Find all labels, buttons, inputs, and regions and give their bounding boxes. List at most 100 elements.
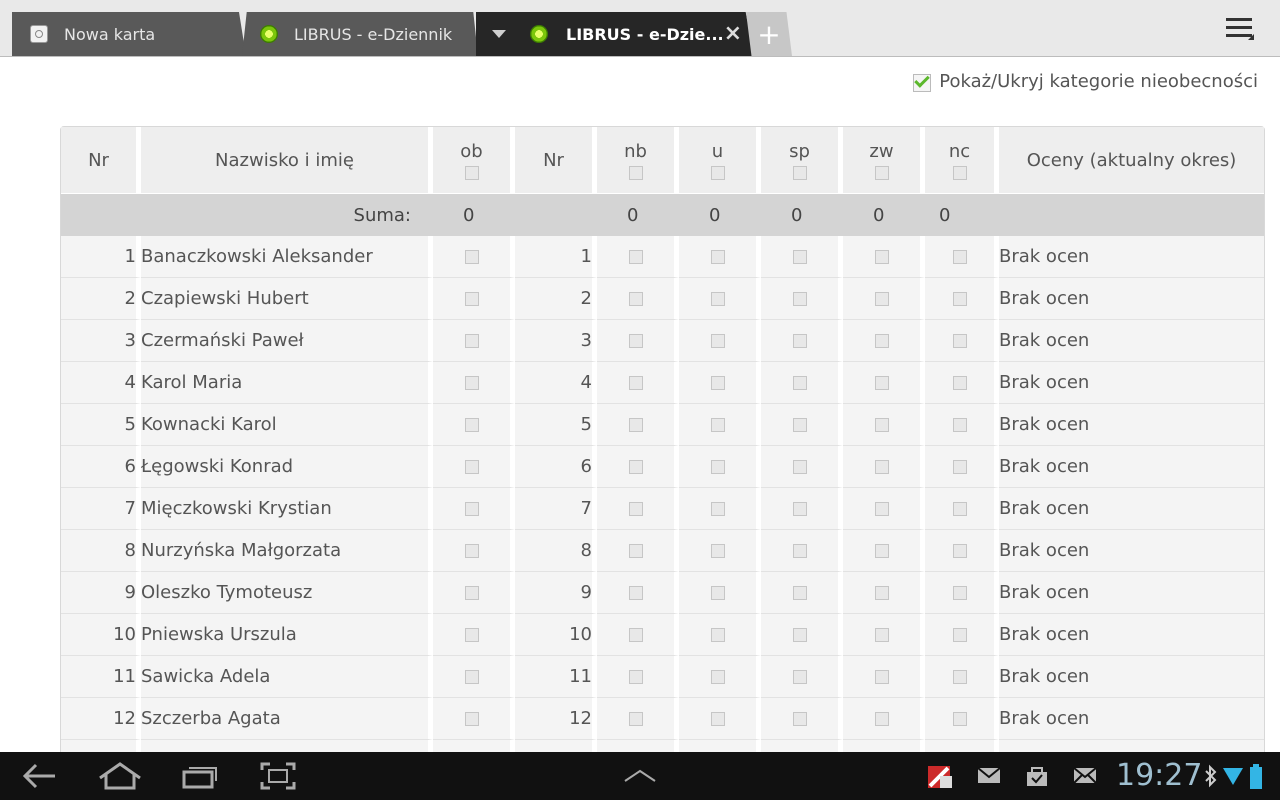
attendance-nc-checkbox[interactable] [952, 502, 967, 516]
attendance-sp-checkbox[interactable] [792, 292, 807, 306]
status-clock[interactable]: 19:27 [1116, 758, 1202, 793]
recent-apps-icon[interactable] [170, 752, 230, 800]
checkbox-checked-icon[interactable] [913, 74, 932, 92]
attendance-u-checkbox[interactable] [710, 250, 725, 264]
attendance-zw-checkbox[interactable] [874, 502, 889, 516]
attendance-ob-checkbox[interactable] [464, 670, 479, 684]
select-all-nb-checkbox[interactable] [628, 165, 643, 180]
screenshot-icon[interactable] [248, 752, 308, 800]
attendance-zw-checkbox[interactable] [874, 670, 889, 684]
attendance-nc-checkbox[interactable] [952, 544, 967, 558]
attendance-zw-checkbox[interactable] [874, 712, 889, 726]
attendance-zw-checkbox[interactable] [874, 544, 889, 558]
attendance-sp-checkbox[interactable] [792, 334, 807, 348]
attendance-zw-checkbox[interactable] [874, 376, 889, 390]
attendance-nc-checkbox[interactable] [952, 460, 967, 474]
attendance-sp-checkbox[interactable] [792, 250, 807, 264]
select-all-zw-checkbox[interactable] [874, 165, 889, 180]
select-all-u-checkbox[interactable] [710, 165, 725, 180]
attendance-sp-checkbox[interactable] [792, 586, 807, 600]
expand-up-icon[interactable] [610, 752, 670, 800]
attendance-nc-checkbox[interactable] [952, 586, 967, 600]
attendance-ob-checkbox[interactable] [464, 334, 479, 348]
attendance-ob-checkbox[interactable] [464, 460, 479, 474]
attendance-nc-checkbox[interactable] [952, 628, 967, 642]
attendance-u-checkbox[interactable] [710, 292, 725, 306]
select-all-nc-checkbox[interactable] [952, 165, 967, 180]
attendance-nb-checkbox[interactable] [628, 292, 643, 306]
attendance-zw-checkbox[interactable] [874, 628, 889, 642]
gmail-notification-icon[interactable] [976, 764, 1002, 788]
attendance-nb-checkbox[interactable] [628, 544, 643, 558]
select-all-sp-checkbox[interactable] [792, 165, 807, 180]
attendance-nc-checkbox[interactable] [952, 376, 967, 390]
attendance-nb-checkbox[interactable] [628, 670, 643, 684]
attendance-u-checkbox[interactable] [710, 334, 725, 348]
attendance-zw-checkbox[interactable] [874, 250, 889, 264]
attendance-ob-checkbox[interactable] [464, 586, 479, 600]
cell-nc [925, 362, 999, 404]
attendance-u-checkbox[interactable] [710, 712, 725, 726]
attendance-nc-checkbox[interactable] [952, 712, 967, 726]
attendance-nb-checkbox[interactable] [628, 628, 643, 642]
attendance-sp-checkbox[interactable] [792, 418, 807, 432]
attendance-ob-checkbox[interactable] [464, 712, 479, 726]
attendance-u-checkbox[interactable] [710, 502, 725, 516]
attendance-u-checkbox[interactable] [710, 418, 725, 432]
attendance-nc-checkbox[interactable] [952, 250, 967, 264]
home-icon[interactable] [90, 752, 150, 800]
attendance-nc-checkbox[interactable] [952, 670, 967, 684]
tab-nowa-karta[interactable]: Nowa karta [12, 12, 246, 56]
attendance-sp-checkbox[interactable] [792, 460, 807, 474]
attendance-u-checkbox[interactable] [710, 628, 725, 642]
new-tab-button[interactable]: + [746, 12, 792, 56]
attendance-ob-checkbox[interactable] [464, 502, 479, 516]
tab-dropdown-icon[interactable] [492, 30, 506, 38]
attendance-u-checkbox[interactable] [710, 544, 725, 558]
attendance-u-checkbox[interactable] [710, 670, 725, 684]
attendance-sp-checkbox[interactable] [792, 712, 807, 726]
attendance-u-checkbox[interactable] [710, 586, 725, 600]
attendance-sp-checkbox[interactable] [792, 628, 807, 642]
kaspersky-notification-icon[interactable] [926, 764, 952, 788]
market-notification-icon[interactable] [1024, 764, 1050, 788]
select-all-ob-checkbox[interactable] [464, 165, 479, 180]
attendance-nb-checkbox[interactable] [628, 250, 643, 264]
attendance-nb-checkbox[interactable] [628, 418, 643, 432]
close-tab-icon[interactable]: × [724, 23, 742, 45]
attendance-sp-checkbox[interactable] [792, 502, 807, 516]
toggle-absence-categories[interactable]: Pokaż/Ukryj kategorie nieobecności [913, 70, 1258, 92]
attendance-nb-checkbox[interactable] [628, 460, 643, 474]
tab-librus-1[interactable]: LIBRUS - e-Dziennik [242, 12, 478, 56]
attendance-nb-checkbox[interactable] [628, 334, 643, 348]
attendance-nc-checkbox[interactable] [952, 418, 967, 432]
attendance-zw-checkbox[interactable] [874, 292, 889, 306]
attendance-ob-checkbox[interactable] [464, 292, 479, 306]
attendance-zw-checkbox[interactable] [874, 334, 889, 348]
attendance-ob-checkbox[interactable] [464, 250, 479, 264]
attendance-sp-checkbox[interactable] [792, 544, 807, 558]
attendance-u-checkbox[interactable] [710, 376, 725, 390]
back-icon[interactable] [10, 752, 70, 800]
browser-menu-icon[interactable] [1226, 16, 1256, 42]
tab-librus-active[interactable]: LIBRUS - e-Dzie... × [476, 12, 754, 56]
attendance-ob-checkbox[interactable] [464, 376, 479, 390]
attendance-zw-checkbox[interactable] [874, 586, 889, 600]
cell-sp [761, 740, 843, 752]
attendance-u-checkbox[interactable] [710, 460, 725, 474]
attendance-nb-checkbox[interactable] [628, 712, 643, 726]
attendance-nb-checkbox[interactable] [628, 376, 643, 390]
attendance-sp-checkbox[interactable] [792, 376, 807, 390]
attendance-zw-checkbox[interactable] [874, 418, 889, 432]
email-notification-icon[interactable] [1072, 764, 1098, 788]
attendance-nc-checkbox[interactable] [952, 334, 967, 348]
attendance-nc-checkbox[interactable] [952, 292, 967, 306]
attendance-nb-checkbox[interactable] [628, 502, 643, 516]
attendance-zw-checkbox[interactable] [874, 460, 889, 474]
attendance-ob-checkbox[interactable] [464, 418, 479, 432]
cell-u [679, 278, 761, 320]
attendance-ob-checkbox[interactable] [464, 628, 479, 642]
attendance-ob-checkbox[interactable] [464, 544, 479, 558]
attendance-nb-checkbox[interactable] [628, 586, 643, 600]
attendance-sp-checkbox[interactable] [792, 670, 807, 684]
